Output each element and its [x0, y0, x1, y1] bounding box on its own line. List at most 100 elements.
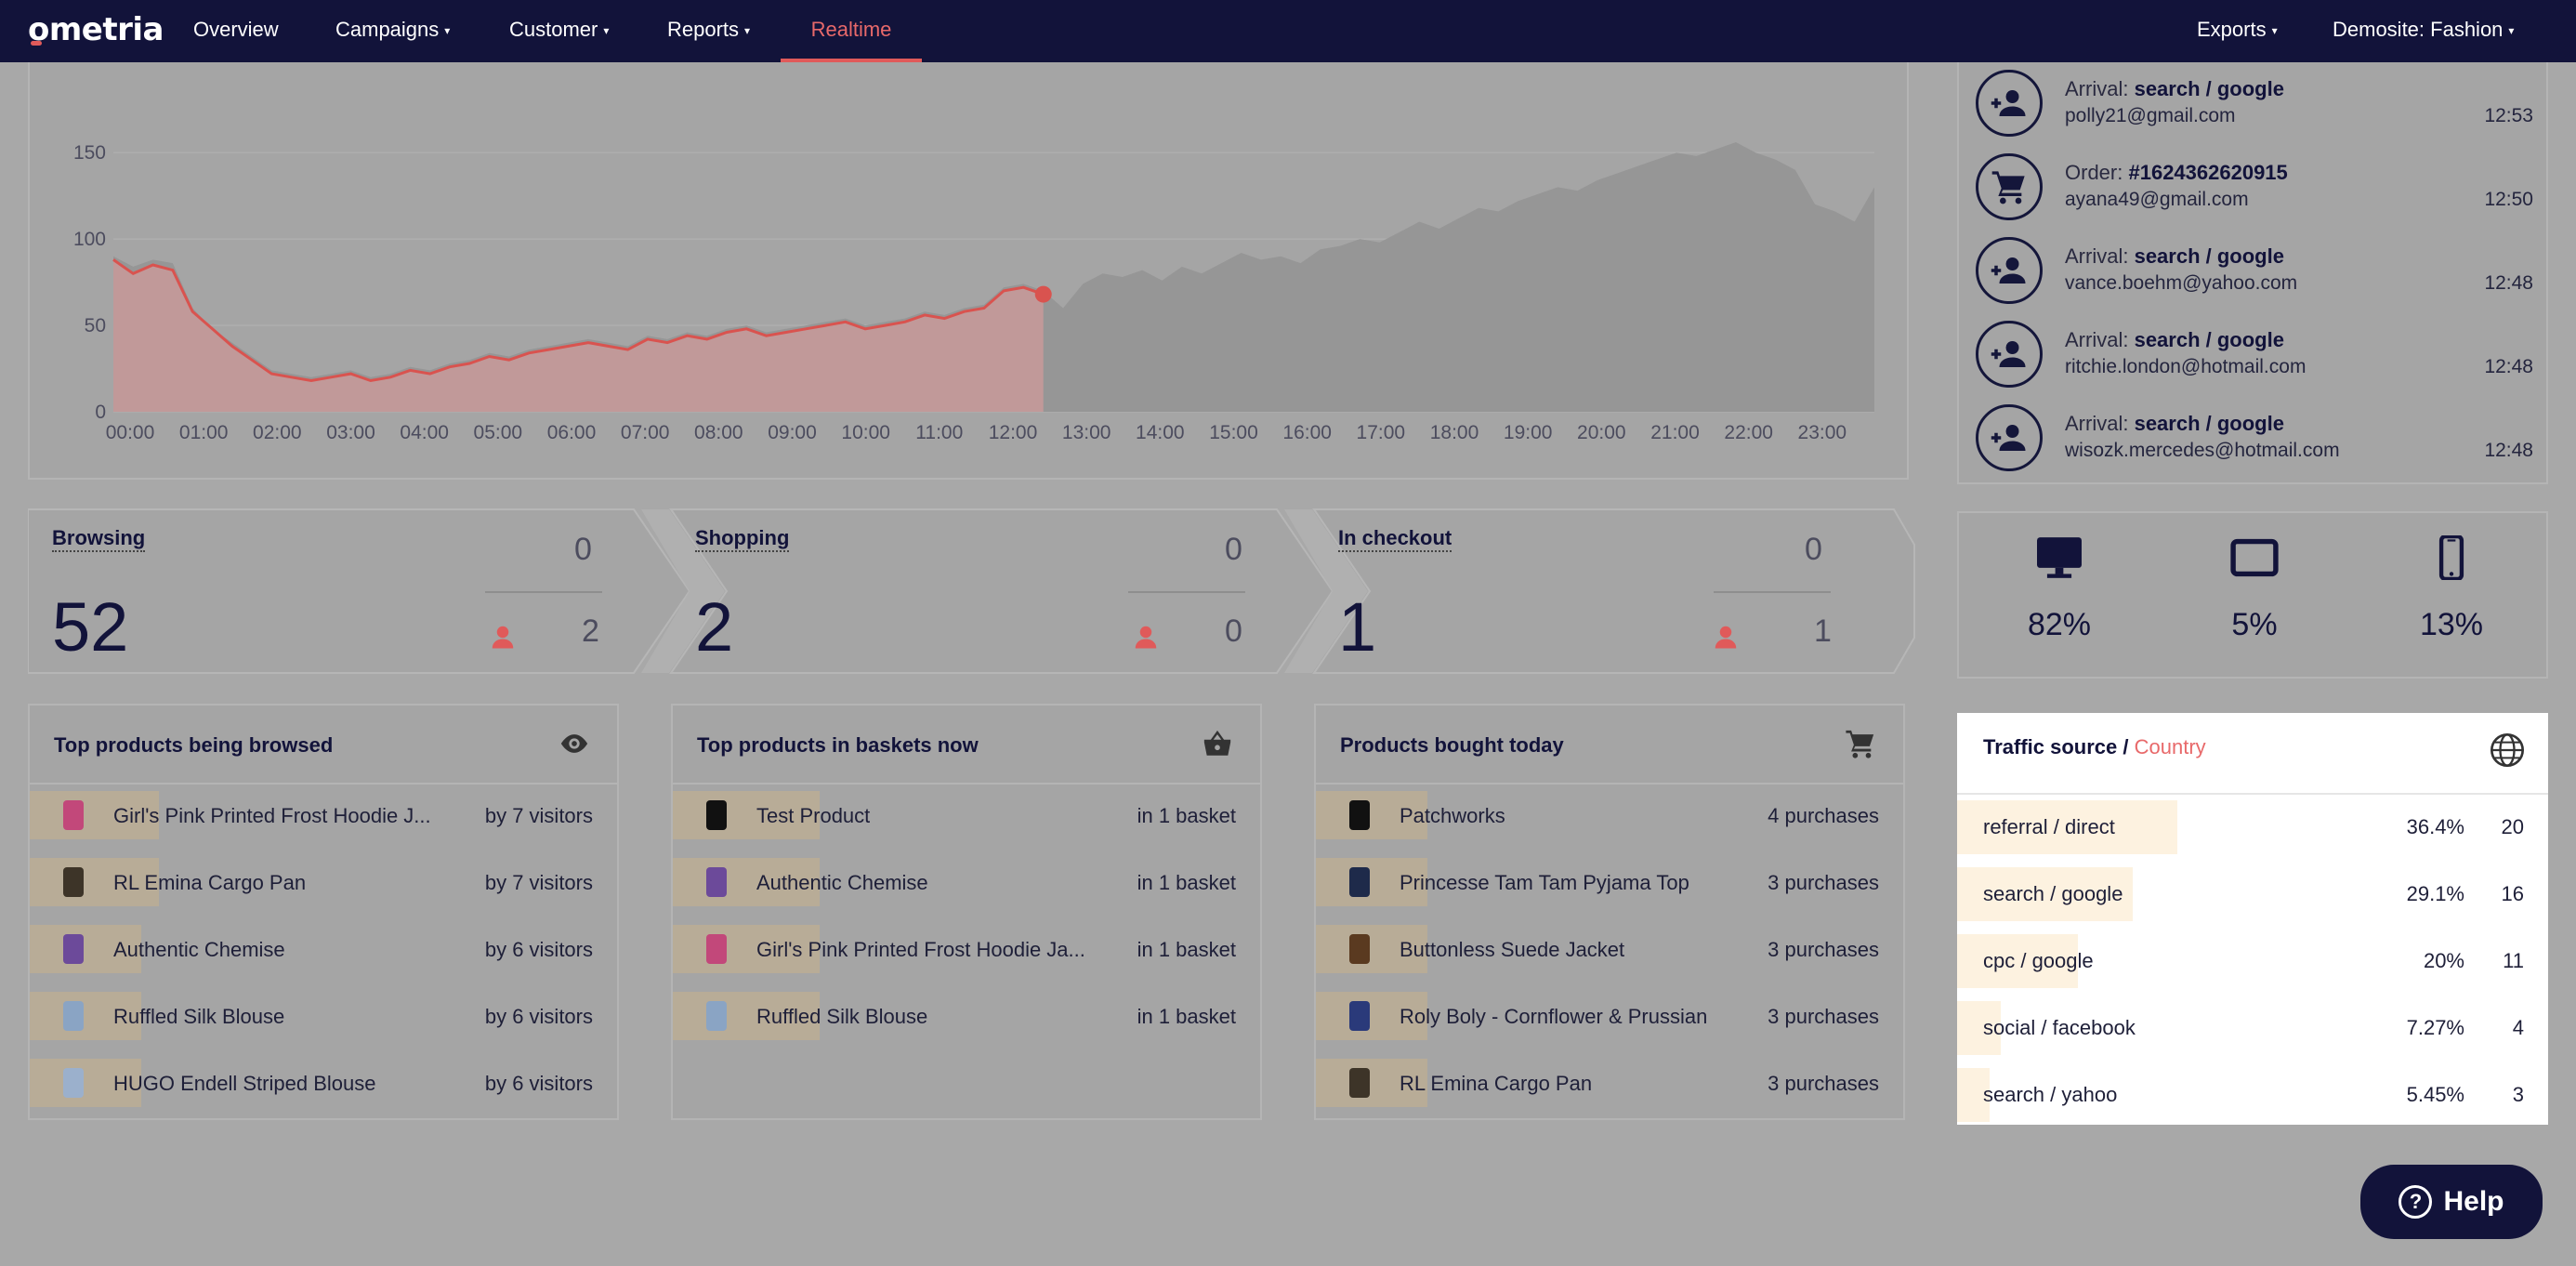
- product-row[interactable]: HUGO Endell Striped Blouse by 6 visitors: [30, 1053, 617, 1113]
- product-thumbnail: [63, 800, 84, 830]
- divider: [30, 783, 617, 785]
- product-row[interactable]: Princesse Tam Tam Pyjama Top 3 purchases: [1316, 852, 1903, 912]
- product-row[interactable]: Ruffled Silk Blouse by 6 visitors: [30, 986, 617, 1046]
- activity-item[interactable]: Arrival: search / google wisozk.mercedes@…: [1976, 404, 2533, 488]
- product-row[interactable]: RL Emina Cargo Pan 3 purchases: [1316, 1053, 1903, 1113]
- mobile-icon: [2438, 534, 2464, 582]
- nav-overview[interactable]: Overview: [193, 0, 279, 62]
- funnel-checkout[interactable]: In checkout 0 1 1: [1314, 509, 1899, 673]
- product-row[interactable]: RL Emina Cargo Pan by 7 visitors: [30, 852, 617, 912]
- product-row[interactable]: Girl's Pink Printed Frost Hoodie Ja... in…: [673, 919, 1260, 979]
- activity-title: Order: #1624362620915: [2065, 161, 2288, 185]
- activity-item[interactable]: Arrival: search / google polly21@gmail.co…: [1976, 70, 2533, 153]
- funnel-shopping[interactable]: Shopping 0 2 0: [671, 509, 1275, 673]
- product-name: Roly Boly - Cornflower & Prussian: [1400, 1005, 1708, 1028]
- nav-realtime[interactable]: Realtime: [781, 0, 922, 62]
- help-button[interactable]: ? Help: [2360, 1165, 2543, 1239]
- activity-email[interactable]: wisozk.mercedes@hotmail.com: [2065, 440, 2340, 462]
- cart-icon: [1846, 730, 1874, 758]
- activity-email[interactable]: vance.boehm@yahoo.com: [2065, 272, 2297, 295]
- traffic-row[interactable]: social / facebook 7.27% 4: [1957, 997, 2548, 1064]
- traffic-row[interactable]: cpc / google 20% 11: [1957, 930, 2548, 997]
- activity-email[interactable]: ritchie.london@hotmail.com: [2065, 356, 2306, 378]
- nav-exports[interactable]: Exports ▾: [2197, 0, 2278, 62]
- activity-title: Arrival: search / google: [2065, 328, 2284, 352]
- product-row[interactable]: Roly Boly - Cornflower & Prussian 3 purch…: [1316, 986, 1903, 1046]
- product-row[interactable]: Girl's Pink Printed Frost Hoodie J... by …: [30, 785, 617, 845]
- traffic-source-label: social / facebook: [1983, 1016, 2136, 1039]
- traffic-count: 3: [2512, 1083, 2524, 1106]
- product-count: in 1 basket: [1137, 938, 1236, 961]
- series-area-today: [113, 259, 1044, 412]
- x-tick-label: 14:00: [1136, 422, 1185, 443]
- activity-type: Order:: [2065, 161, 2123, 184]
- product-row[interactable]: Ruffled Silk Blouse in 1 basket: [673, 986, 1260, 1046]
- device-tablet: 5%: [2180, 535, 2329, 643]
- divider: [673, 783, 1260, 785]
- person-add-icon: [1976, 70, 2043, 137]
- country-tab[interactable]: Country: [2135, 735, 2206, 758]
- traffic-count: 11: [2503, 949, 2524, 972]
- ometria-logo[interactable]: ometria: [28, 11, 164, 48]
- product-row[interactable]: Authentic Chemise by 6 visitors: [30, 919, 617, 979]
- traffic-row[interactable]: referral / direct 36.4% 20: [1957, 797, 2548, 864]
- stage-previous-count: 0: [574, 532, 592, 567]
- x-tick-label: 22:00: [1724, 422, 1773, 443]
- product-name: Patchworks: [1400, 804, 1505, 827]
- product-thumbnail: [63, 934, 84, 964]
- nav-site-selector[interactable]: Demosite: Fashion ▾: [2333, 0, 2514, 62]
- activity-email[interactable]: ayana49@gmail.com: [2065, 189, 2249, 211]
- nav-customer[interactable]: Customer ▾: [509, 0, 609, 62]
- product-row[interactable]: Patchworks 4 purchases: [1316, 785, 1903, 845]
- x-tick-label: 15:00: [1209, 422, 1258, 443]
- nav-reports[interactable]: Reports ▾: [667, 0, 750, 62]
- traffic-row[interactable]: search / yahoo 5.45% 3: [1957, 1064, 2548, 1131]
- traffic-percent: 36.4%: [2406, 815, 2464, 838]
- caret-down-icon: ▾: [603, 24, 610, 38]
- stage-previous-count: 0: [1225, 532, 1242, 567]
- product-name: HUGO Endell Striped Blouse: [113, 1072, 376, 1095]
- product-count: by 6 visitors: [484, 1072, 593, 1095]
- traffic-percent: 5.45%: [2406, 1083, 2464, 1106]
- nav-customer-label: Customer: [509, 18, 598, 41]
- product-count: 3 purchases: [1768, 1005, 1879, 1028]
- person-add-icon: [1976, 321, 2043, 388]
- activity-item[interactable]: Order: #1624362620915 ayana49@gmail.com 12…: [1976, 153, 2533, 237]
- product-row[interactable]: Buttonless Suede Jacket 3 purchases: [1316, 919, 1903, 979]
- x-tick-label: 08:00: [694, 422, 743, 443]
- activity-title: Arrival: search / google: [2065, 244, 2284, 269]
- activity-type: Arrival:: [2065, 412, 2129, 435]
- caret-down-icon: ▾: [2508, 24, 2515, 38]
- x-tick-label: 19:00: [1504, 422, 1553, 443]
- product-thumbnail: [1349, 934, 1370, 964]
- x-tick-label: 12:00: [989, 422, 1038, 443]
- funnel-browsing[interactable]: Browsing 0 52 2: [28, 509, 632, 673]
- x-tick-label: 06:00: [547, 422, 597, 443]
- activity-item[interactable]: Arrival: search / google ritchie.london@h…: [1976, 321, 2533, 404]
- activity-item[interactable]: Arrival: search / google vance.boehm@yaho…: [1976, 237, 2533, 321]
- y-tick-label: 0: [95, 402, 106, 423]
- nav-site-label: Demosite: Fashion: [2333, 18, 2504, 41]
- current-point: [1034, 285, 1052, 303]
- product-name: RL Emina Cargo Pan: [113, 871, 307, 894]
- activity-time: 12:48: [2484, 356, 2533, 377]
- traffic-source-tab[interactable]: Traffic source: [1983, 735, 2117, 758]
- realtime-chart-panel: 0 50 100 150 00:00 01:00 02:00 03:00 04:00 05:00 0…: [28, 62, 1909, 480]
- y-tick-label: 50: [85, 315, 106, 336]
- traffic-source-label: cpc / google: [1983, 949, 2094, 972]
- x-tick-label: 13:00: [1062, 422, 1111, 443]
- activity-email[interactable]: polly21@gmail.com: [2065, 105, 2236, 127]
- stage-count: 52: [52, 588, 129, 666]
- help-label: Help: [2443, 1186, 2504, 1217]
- x-tick-label: 07:00: [621, 422, 670, 443]
- product-thumbnail: [706, 867, 727, 897]
- traffic-row[interactable]: search / google 29.1% 16: [1957, 864, 2548, 930]
- globe-icon[interactable]: [2489, 732, 2526, 769]
- traffic-count: 4: [2512, 1016, 2524, 1039]
- product-name: Girl's Pink Printed Frost Hoodie J...: [113, 804, 431, 827]
- product-row[interactable]: Test Product in 1 basket: [673, 785, 1260, 845]
- panel-title: Top products being browsed: [54, 733, 334, 757]
- product-row[interactable]: Authentic Chemise in 1 basket: [673, 852, 1260, 912]
- nav-campaigns[interactable]: Campaigns ▾: [335, 0, 450, 62]
- nav-reports-label: Reports: [667, 18, 740, 41]
